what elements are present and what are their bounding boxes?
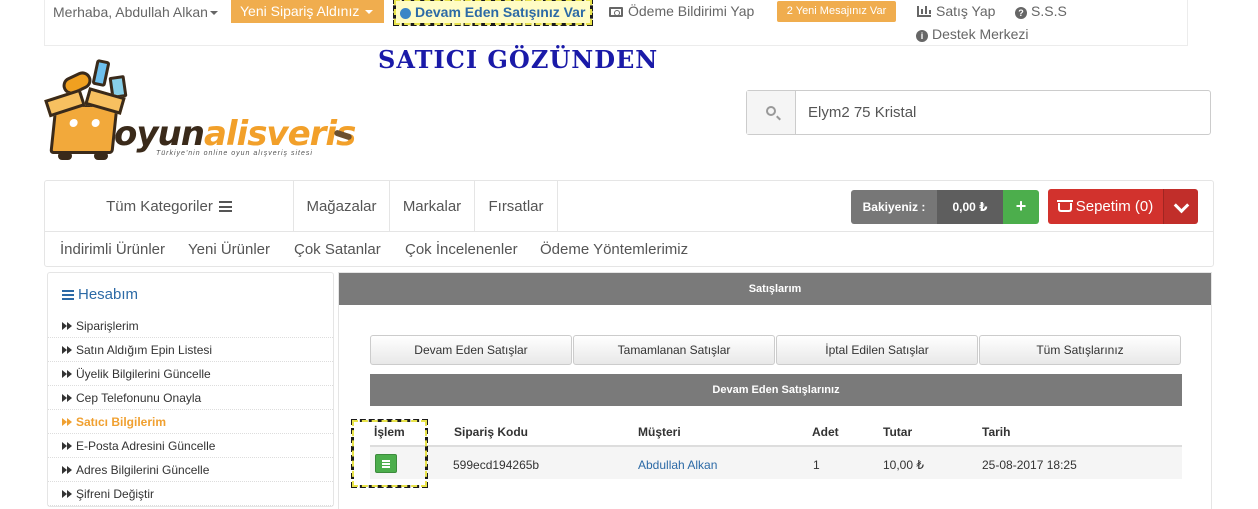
cell-amount: 10,00 ₺ [883,458,924,472]
sidebar-item-epin-list[interactable]: Satın Aldığım Epin Listesi [48,338,333,362]
sell-label: Satış Yap [936,3,996,19]
sidebar-title: Hesabım [62,286,138,303]
sidebar-item-update-membership[interactable]: Üyelik Bilgilerini Güncelle [48,362,333,386]
cart-dropdown-toggle[interactable] [1163,189,1198,224]
info-icon: i [916,30,928,42]
menu-icon [218,201,232,212]
search-input[interactable]: Elym2 75 Kristal [808,104,916,121]
caret-down-icon [365,10,374,15]
cell-quantity: 1 [813,458,820,472]
account-sidebar: Hesabım Siparişlerim Satın Aldığım Epin … [47,272,334,507]
main-nav: Tüm Kategoriler Mağazalar Markalar Fırsa… [44,180,1214,267]
tab-all-sales[interactable]: Tüm Satışlarınız [979,335,1181,365]
sidebar-item-seller-info[interactable]: Satıcı Bilgilerim [48,410,333,434]
col-header-amount: Tutar [883,425,913,439]
ongoing-sale-link[interactable]: Devam Eden Satışınız Var [393,0,593,26]
ongoing-sale-label: Devam Eden Satışınız Var [415,4,586,20]
logo-tagline: Türkiye'nin online oyun alışveriş sitesi [156,150,313,157]
cart-widget: Sepetim (0) [1048,189,1198,224]
all-categories-menu[interactable]: Tüm Kategoriler [45,181,294,232]
sidebar-item-change-password[interactable]: Şifreni Değiştir [48,482,333,506]
nav-sub-bestsellers[interactable]: Çok Satanlar [294,241,381,258]
cart-button[interactable]: Sepetim (0) [1048,189,1163,224]
highlight-frame [351,419,428,488]
basket-icon [1056,200,1073,212]
menu-icon [62,290,74,300]
site-logo[interactable]: oyunalisveris Türkiye'nin online oyun al… [44,54,364,169]
col-header-date: Tarih [982,425,1011,439]
search-box: Elym2 75 Kristal [746,90,1211,135]
nav-secondary-row: İndirimli Ürünler Yeni Ürünler Çok Satan… [45,232,1213,267]
new-order-label: Yeni Sipariş Aldınız [240,3,360,19]
phone-icon [91,58,111,88]
cell-order-code: 599ecd194265b [453,458,540,472]
caret-down-icon [209,11,218,16]
top-bar: Merhaba, Abdullah Alkan Yeni Sipariş Ald… [44,0,1188,46]
col-header-customer: Müşteri [638,425,681,439]
nav-sub-discounted[interactable]: İndirimli Ürünler [60,241,165,258]
bar-chart-icon [917,6,931,17]
cell-customer-link[interactable]: Abdullah Alkan [638,458,717,472]
tab-cancelled-sales[interactable]: İptal Edilen Satışlar [776,335,978,365]
faq-link[interactable]: ? S.S.S [1015,3,1067,19]
section-title: Devam Eden Satışlarınız [370,374,1182,406]
cell-date: 25-08-2017 18:25 [982,458,1077,472]
sell-link[interactable]: Satış Yap [917,3,995,19]
nav-sub-new[interactable]: Yeni Ürünler [188,241,270,258]
tab-ongoing-sales[interactable]: Devam Eden Satışlar [370,335,572,365]
user-menu[interactable]: Merhaba, Abdullah Alkan [53,4,218,20]
nav-link-brands[interactable]: Markalar [390,181,475,232]
col-header-quantity: Adet [812,425,839,439]
question-icon: ? [1015,7,1027,19]
balance-amount: 0,00 ₺ [937,190,1003,224]
support-label: Destek Merkezi [932,26,1029,42]
sidebar-item-verify-phone[interactable]: Cep Telefonunu Onayla [48,386,333,410]
new-order-dropdown[interactable]: Yeni Sipariş Aldınız [231,0,384,23]
sidebar-item-orders[interactable]: Siparişlerim [48,314,333,338]
nav-link-deals[interactable]: Fırsatlar [475,181,558,232]
all-categories-label: Tüm Kategoriler [106,198,213,215]
nav-link-stores[interactable]: Mağazalar [294,181,390,232]
balance-label: Bakiyeniz : [851,190,937,224]
mascot-foot [58,152,72,160]
payment-notice-link[interactable]: Ödeme Bildirimi Yap [609,3,754,19]
messages-badge[interactable]: 2 Yeni Mesajınız Var [777,1,896,22]
logo-wordmark: oyunalisveris [114,114,356,154]
circle-icon [400,8,411,19]
sidebar-item-update-email[interactable]: E-Posta Adresini Güncelle [48,434,333,458]
sales-panel: Satışlarım Devam Eden Satışlar Tamamlana… [338,272,1212,509]
search-button[interactable] [747,91,796,134]
annotation-title: SATICI GÖZÜNDEN [378,45,659,74]
panel-title: Satışlarım [339,273,1211,305]
money-icon [609,7,623,17]
mascot-foot [94,152,108,160]
sidebar-item-update-address[interactable]: Adres Bilgilerini Güncelle [48,458,333,482]
nav-sub-most-viewed[interactable]: Çok İncelenenler [405,241,518,258]
col-header-order-code: Sipariş Kodu [454,425,529,439]
faq-label: S.S.S [1031,3,1067,19]
user-greeting: Merhaba, Abdullah Alkan [53,4,208,20]
nav-sub-payment-methods[interactable]: Ödeme Yöntemlerimiz [540,241,688,258]
search-icon [766,106,776,116]
support-link[interactable]: i Destek Merkezi [916,26,1028,42]
cart-label: Sepetim (0) [1075,198,1154,215]
nav-primary-row: Tüm Kategoriler Mağazalar Markalar Fırsa… [45,181,1213,232]
payment-notice-label: Ödeme Bildirimi Yap [628,3,755,19]
tab-completed-sales[interactable]: Tamamlanan Satışlar [573,335,775,365]
add-balance-button[interactable]: + [1003,190,1039,224]
